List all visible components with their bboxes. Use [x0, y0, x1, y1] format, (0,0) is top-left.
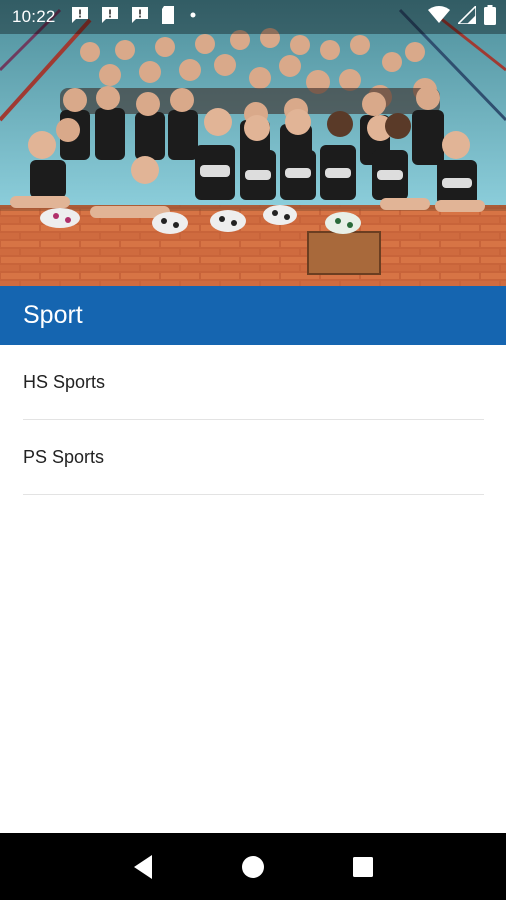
wifi-icon: [428, 5, 450, 29]
recents-button[interactable]: [343, 847, 383, 887]
back-icon: [134, 854, 152, 879]
recents-icon: [353, 856, 373, 877]
status-right-icons: [428, 3, 496, 30]
home-button[interactable]: [233, 847, 273, 887]
message-alert-icon: [100, 5, 120, 30]
hero-image: [0, 0, 506, 286]
notification-icons: [70, 5, 200, 30]
sport-list: HS Sports PS Sports: [0, 345, 506, 495]
sim-card-icon: [160, 5, 176, 30]
page-title: Sport: [23, 301, 83, 329]
list-item-label: HS Sports: [23, 371, 106, 392]
message-alert-icon: [70, 5, 90, 30]
app-bar: Sport: [0, 286, 506, 345]
battery-icon: [484, 4, 496, 30]
dot-icon: [186, 5, 200, 30]
list-item-ps-sports[interactable]: PS Sports: [23, 420, 484, 495]
status-bar: 10:22: [0, 0, 506, 34]
signal-icon: [456, 3, 477, 29]
home-icon: [242, 855, 264, 878]
list-item-label: PS Sports: [23, 446, 105, 467]
list-item-hs-sports[interactable]: HS Sports: [23, 345, 484, 420]
message-alert-icon: [130, 5, 150, 30]
back-button[interactable]: [123, 847, 163, 887]
swim-team-photo: [0, 0, 506, 286]
navigation-bar: [0, 833, 506, 900]
status-time: 10:22: [12, 7, 56, 26]
